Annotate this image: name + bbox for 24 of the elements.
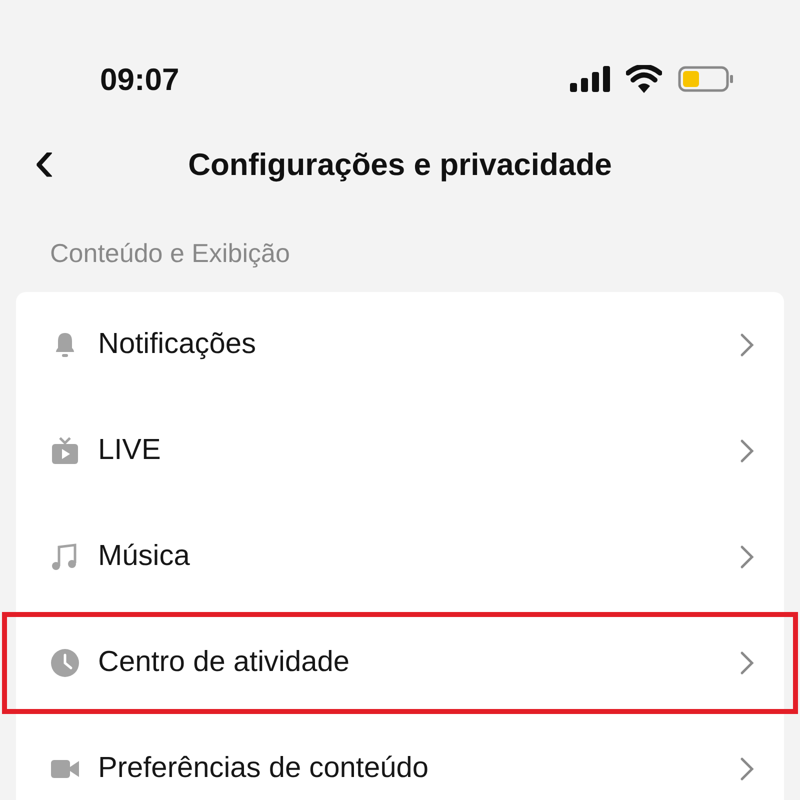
settings-row[interactable]: Notificações (16, 292, 784, 398)
battery-icon (678, 66, 734, 92)
back-button[interactable]: ‹ (28, 136, 61, 186)
row-label: Centro de atividade (98, 645, 350, 680)
section-label: Conteúdo e Exibição (50, 238, 290, 268)
settings-row[interactable]: Preferências de conteúdo (16, 716, 784, 800)
status-time: 09:07 (100, 64, 180, 94)
chevron-right-icon (740, 757, 754, 781)
row-label: Notificações (98, 327, 257, 362)
chevron-right-icon (740, 439, 754, 463)
row-label: LIVE (98, 433, 162, 468)
tv-icon (50, 436, 80, 466)
settings-row[interactable]: LIVE (16, 398, 784, 504)
chevron-right-icon (740, 333, 754, 357)
signal-icon (570, 66, 610, 92)
page-title: Configurações e privacidade (188, 146, 612, 184)
row-label: Preferências de conteúdo (98, 751, 430, 786)
chevron-right-icon (740, 545, 754, 569)
settings-row[interactable]: Música (16, 504, 784, 610)
row-label: Música (98, 539, 191, 574)
wifi-icon (626, 65, 662, 93)
clock-icon (50, 648, 80, 678)
settings-row[interactable]: Centro de atividade (16, 610, 784, 716)
chevron-right-icon (740, 651, 754, 675)
